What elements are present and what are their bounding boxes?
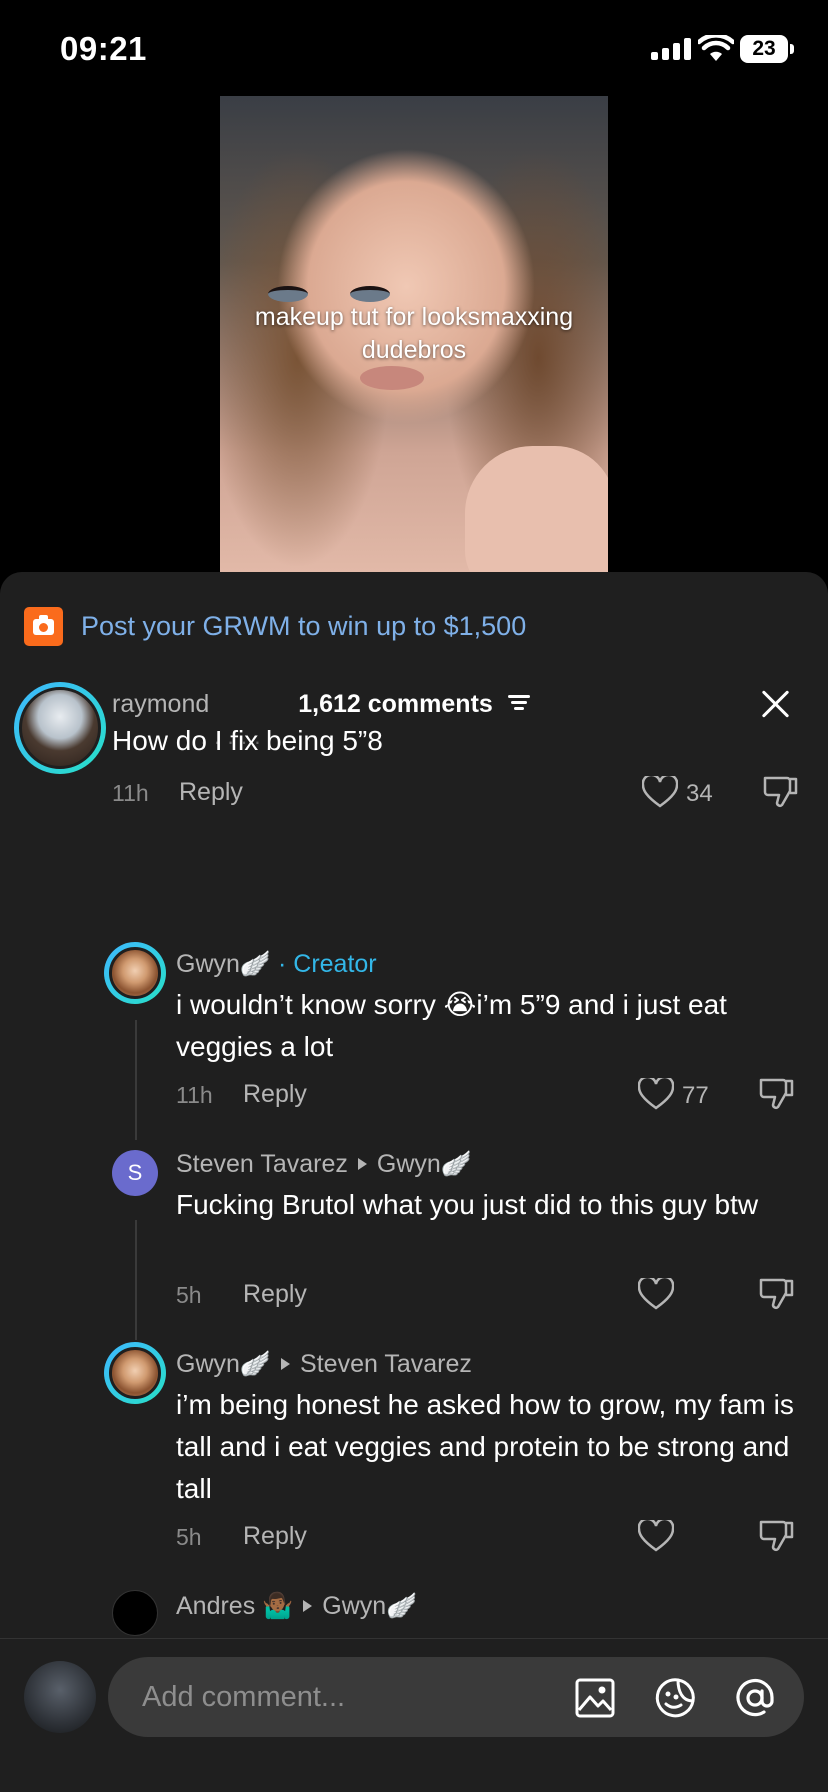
thread-line — [135, 1220, 137, 1340]
comment-composer-bar — [0, 1638, 828, 1792]
heart-icon[interactable] — [638, 1520, 674, 1552]
heart-icon[interactable] — [638, 1078, 674, 1110]
username-text[interactable]: Gwyn🪽 — [176, 1350, 271, 1378]
username-text[interactable]: Gwyn🪽 — [176, 950, 271, 978]
avatar[interactable] — [104, 1342, 166, 1404]
comment-time: 5h — [176, 1282, 202, 1308]
comment-time: 5h — [176, 1524, 202, 1550]
promo-banner[interactable]: Post your GRWM to win up to $1,500 — [24, 606, 526, 646]
comments-sheet: Post your GRWM to win up to $1,500 1,612… — [0, 572, 828, 1792]
sticker-icon[interactable] — [654, 1677, 696, 1719]
dislike-icon[interactable] — [758, 1076, 794, 1110]
my-avatar[interactable] — [24, 1661, 96, 1733]
video-caption: makeup tut for looksmaxxing dudebros — [254, 303, 574, 364]
reply-to-username[interactable]: Gwyn🪽 — [377, 1150, 472, 1178]
comment-text: i wouldn’t know sorry 😭i’m 5”9 and i jus… — [176, 989, 727, 1062]
dislike-icon[interactable] — [762, 774, 798, 808]
reply-arrow-icon — [357, 1158, 367, 1171]
creator-badge: · Creator — [278, 950, 377, 978]
reply-to-username[interactable]: Steven Tavarez — [300, 1350, 472, 1378]
heart-icon[interactable] — [642, 776, 678, 808]
video-player[interactable]: makeup tut for looksmaxxing dudebros — [220, 96, 608, 572]
camera-icon — [24, 606, 63, 646]
comment-time: 11h — [176, 1082, 213, 1108]
like-count: 77 — [682, 1082, 709, 1109]
comment-username[interactable]: Steven Tavarez Gwyn🪽 — [176, 1150, 472, 1179]
filter-icon[interactable] — [507, 695, 530, 711]
video-frame-detail — [360, 366, 424, 390]
comment-input-container[interactable] — [108, 1657, 804, 1737]
comments-count: 1,612 comments — [298, 690, 493, 718]
reply-button[interactable]: Reply — [243, 1080, 307, 1109]
reply-button[interactable]: Reply — [243, 1280, 307, 1309]
avatar[interactable] — [14, 682, 106, 774]
comment-username[interactable]: Gwyn🪽 · Creator — [176, 950, 377, 979]
avatar[interactable] — [112, 1590, 158, 1636]
comment-text: Fucking Brutol what you just did to this… — [176, 1189, 759, 1220]
comment-input[interactable] — [142, 1657, 542, 1737]
reply-button[interactable]: Reply — [179, 778, 243, 807]
heart-icon[interactable] — [638, 1278, 674, 1310]
dislike-icon[interactable] — [758, 1276, 794, 1310]
dislike-icon[interactable] — [758, 1518, 794, 1552]
like-count: 34 — [686, 780, 713, 807]
promo-text[interactable]: Post your GRWM to win up to $1,500 — [81, 611, 526, 642]
mention-icon[interactable] — [734, 1677, 776, 1719]
comment-username[interactable]: Andres 🤷🏾‍♂️ Gwyn🪽 — [176, 1592, 417, 1621]
wifi-icon — [698, 35, 734, 61]
comment-time: 11h — [112, 780, 149, 806]
video-frame-detail — [465, 446, 608, 572]
avatar[interactable]: S — [112, 1150, 158, 1196]
video-frame-detail — [268, 286, 308, 302]
reply-arrow-icon — [303, 1600, 313, 1613]
video-frame-detail — [350, 286, 390, 302]
thread-line — [135, 1020, 137, 1140]
comment-text: How do I fix being 5”8 — [112, 725, 383, 756]
battery-indicator: 23 — [740, 35, 794, 63]
reply-to-username[interactable]: Gwyn🪽 — [322, 1592, 417, 1620]
username-text[interactable]: Andres 🤷🏾‍♂️ — [176, 1592, 293, 1620]
avatar[interactable] — [104, 942, 166, 1004]
comment-username[interactable]: Gwyn🪽 Steven Tavarez — [176, 1350, 472, 1379]
close-icon[interactable] — [760, 688, 792, 720]
comment-username[interactable]: raymond — [112, 690, 209, 719]
status-time: 09:21 — [60, 30, 147, 67]
image-icon[interactable] — [574, 1677, 616, 1719]
reply-button[interactable]: Reply — [243, 1522, 307, 1551]
username-text[interactable]: Steven Tavarez — [176, 1150, 348, 1178]
reply-arrow-icon — [281, 1358, 291, 1371]
signal-icon — [651, 38, 691, 60]
comment-text: i’m being honest he asked how to grow, m… — [176, 1389, 794, 1504]
status-bar: 09:21 23 — [0, 0, 828, 96]
